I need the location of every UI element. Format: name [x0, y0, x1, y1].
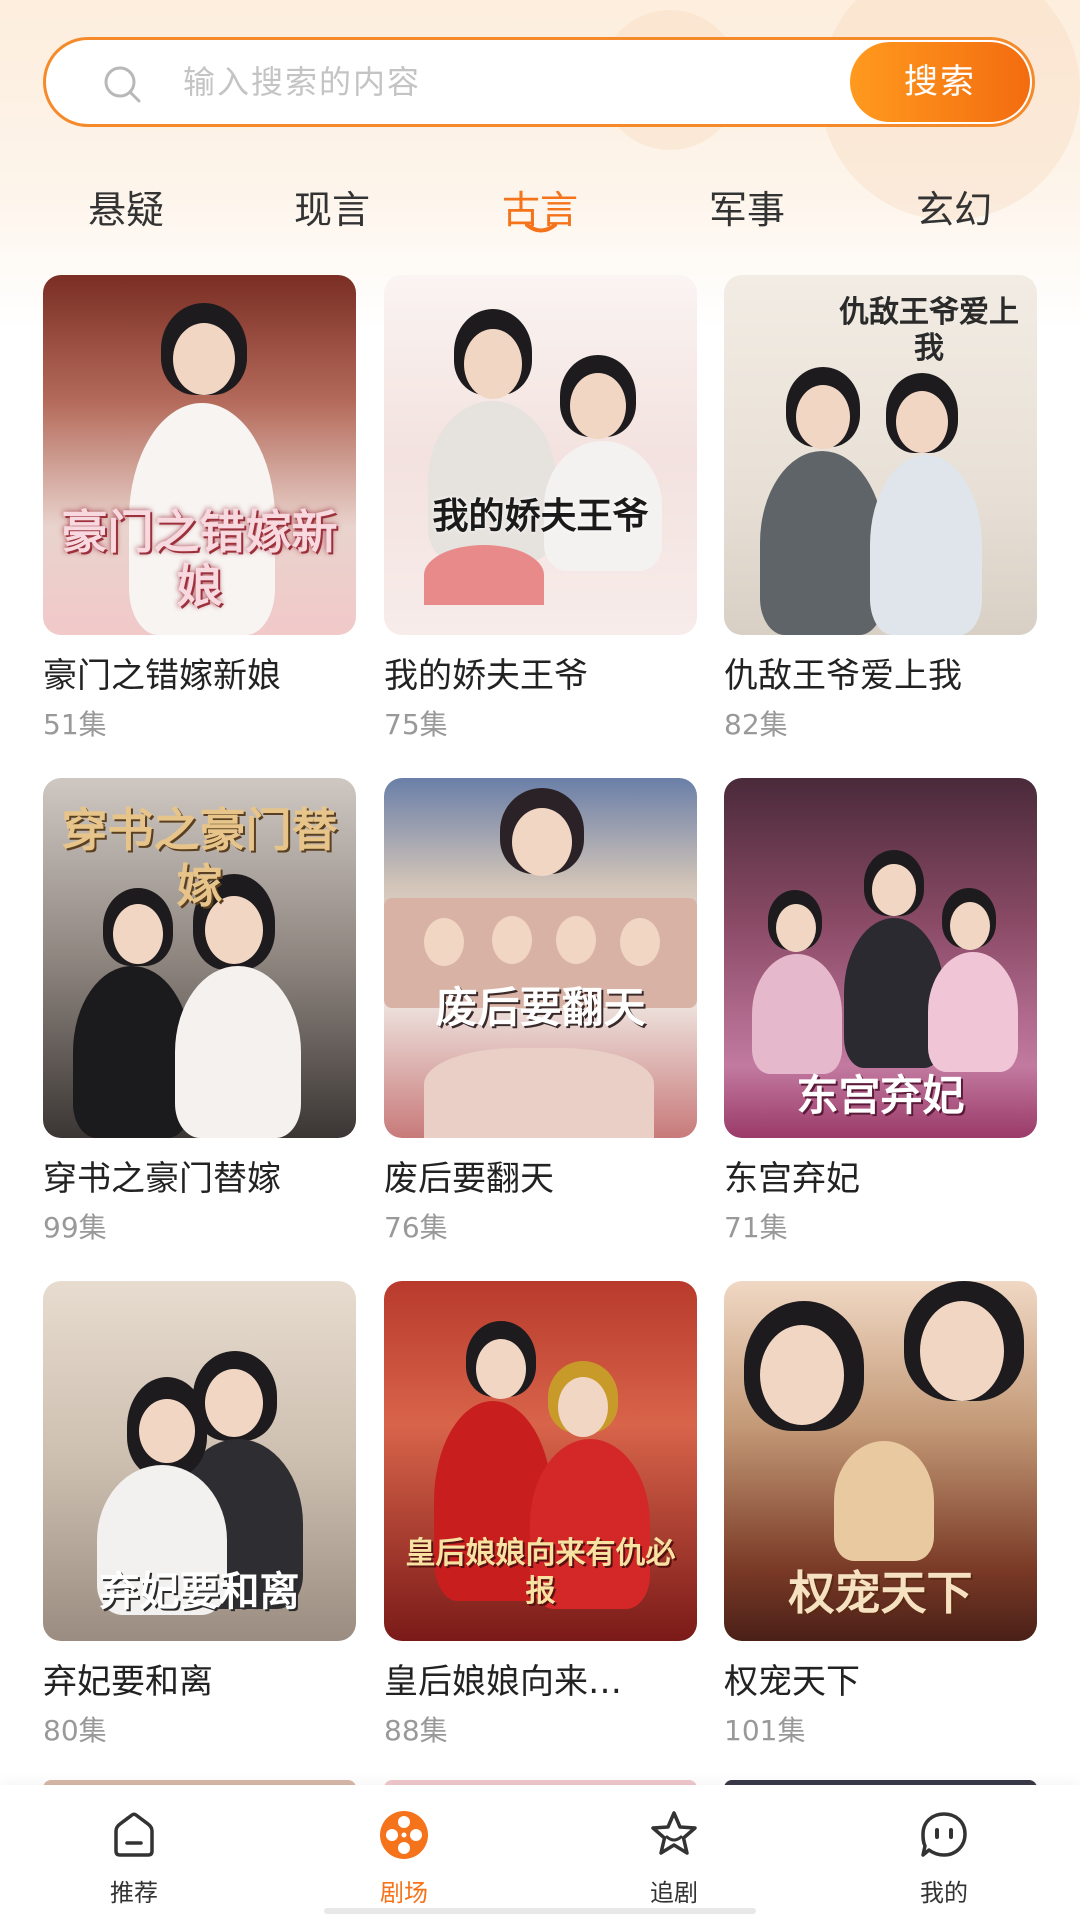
episode-count: 76集	[384, 1211, 448, 1244]
poster-figure	[173, 323, 235, 395]
drama-title: 东宫弃妃	[724, 1159, 860, 1199]
poster-title: 弃妃要和离	[99, 1568, 300, 1615]
nav-profile[interactable]: 我的	[844, 1785, 1044, 1920]
poster-figure	[570, 373, 626, 439]
poster-figure	[424, 1048, 654, 1138]
nav-label: 剧场	[380, 1879, 428, 1907]
drama-poster[interactable]: 皇后娘娘向来有仇必报	[384, 1281, 697, 1641]
nav-recommend[interactable]: 推荐	[34, 1785, 234, 1920]
poster-figure	[796, 385, 850, 449]
poster-figure	[476, 1339, 526, 1399]
drama-grid: 豪门之错嫁新娘 豪门之错嫁新娘 51集 我的娇夫王爷 我的娇夫王爷 75集 仇敌…	[0, 0, 1080, 1920]
drama-title: 权宠天下	[724, 1662, 860, 1702]
poster-figure	[928, 952, 1018, 1072]
film-reel-icon	[380, 1811, 428, 1859]
poster-figure	[205, 1369, 263, 1437]
poster-title: 废后要翻天	[435, 983, 646, 1032]
poster-figure	[834, 1441, 934, 1561]
episode-count: 88集	[384, 1714, 448, 1747]
drama-poster[interactable]: 废后要翻天	[384, 778, 697, 1138]
nav-label: 追剧	[650, 1879, 698, 1907]
nav-follow[interactable]: 追剧	[574, 1785, 774, 1920]
poster-title: 东宫弃妃	[796, 1071, 965, 1120]
poster-figure	[139, 1399, 195, 1463]
poster-title: 皇后娘娘向来有仇必报	[405, 1536, 676, 1609]
episode-count: 101集	[724, 1714, 806, 1747]
drama-title: 废后要翻天	[384, 1159, 554, 1199]
episode-count: 51集	[43, 708, 107, 741]
poster-figure	[760, 451, 884, 635]
poster-umbrella	[424, 545, 544, 605]
poster-figure	[752, 954, 842, 1074]
poster-figure	[776, 904, 816, 952]
home-indicator[interactable]	[324, 1908, 756, 1914]
drama-title: 弃妃要和离	[43, 1662, 213, 1702]
poster-figure	[950, 902, 990, 950]
poster-figure	[872, 864, 916, 916]
drama-title: 穿书之豪门替嫁	[43, 1159, 281, 1199]
drama-title: 我的娇夫王爷	[384, 656, 588, 696]
poster-title: 我的娇夫王爷	[432, 495, 649, 537]
poster-title: 权宠天下	[788, 1566, 973, 1620]
nav-label: 推荐	[110, 1879, 158, 1907]
poster-figure	[464, 329, 522, 399]
nav-theater[interactable]: 剧场	[304, 1785, 504, 1920]
episode-count: 99集	[43, 1211, 107, 1244]
episode-count: 71集	[724, 1211, 788, 1244]
drama-poster[interactable]: 弃妃要和离	[43, 1281, 356, 1641]
poster-figure	[492, 916, 532, 964]
poster-title: 穿书之豪门替嫁	[61, 803, 338, 913]
poster-figure	[512, 808, 572, 876]
drama-poster[interactable]: 权宠天下	[724, 1281, 1037, 1641]
drama-poster[interactable]: 豪门之错嫁新娘	[43, 275, 356, 635]
drama-title: 皇后娘娘向来…	[384, 1662, 622, 1702]
poster-figure	[920, 1301, 1004, 1401]
poster-title: 豪门之错嫁新娘	[61, 505, 338, 613]
poster-figure	[558, 1377, 608, 1437]
drama-poster[interactable]: 东宫弃妃	[724, 778, 1037, 1138]
drama-title: 豪门之错嫁新娘	[43, 656, 281, 696]
bottom-navigation: 推荐 剧场 追剧 我的	[0, 1785, 1080, 1920]
poster-figure	[556, 916, 596, 964]
drama-poster[interactable]: 仇敌王爷爱上我	[724, 275, 1037, 635]
home-icon	[114, 1812, 154, 1857]
poster-figure	[175, 966, 301, 1138]
poster-figure	[620, 918, 660, 966]
poster-title: 仇敌王爷爱上我	[839, 295, 1019, 366]
poster-figure	[424, 918, 464, 966]
poster-figure	[73, 966, 191, 1138]
poster-figure	[870, 455, 982, 635]
nav-label: 我的	[920, 1879, 968, 1907]
poster-figure	[896, 391, 948, 453]
profile-face-icon	[921, 1812, 967, 1857]
episode-count: 82集	[724, 708, 788, 741]
episode-count: 80集	[43, 1714, 107, 1747]
drama-poster[interactable]: 穿书之豪门替嫁	[43, 778, 356, 1138]
star-icon	[651, 1811, 697, 1855]
drama-title: 仇敌王爷爱上我	[724, 656, 962, 696]
drama-poster[interactable]: 我的娇夫王爷	[384, 275, 697, 635]
poster-figure	[760, 1325, 844, 1425]
episode-count: 75集	[384, 708, 448, 741]
